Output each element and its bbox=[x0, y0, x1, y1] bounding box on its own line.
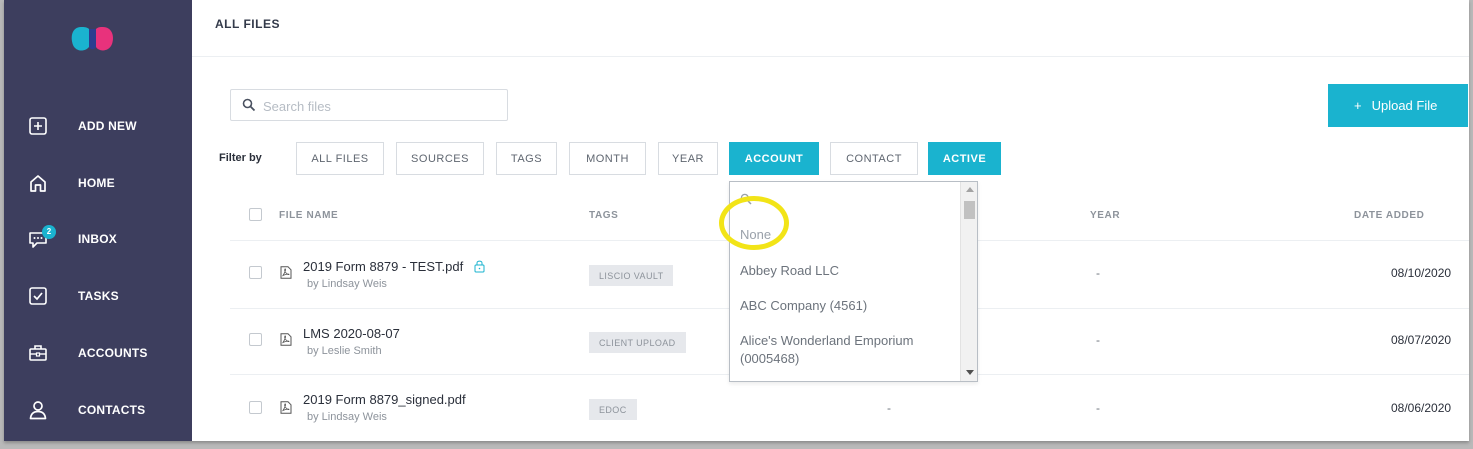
filter-account-button[interactable]: ACCOUNT bbox=[729, 142, 819, 175]
pdf-file-icon bbox=[280, 401, 292, 414]
column-header-tags[interactable]: TAGS bbox=[589, 210, 618, 221]
file-name-link[interactable]: 2019 Form 8879 - TEST.pdf bbox=[303, 259, 463, 274]
pdf-file-icon bbox=[280, 333, 292, 346]
year-cell: - bbox=[1096, 333, 1100, 347]
filter-contact-button[interactable]: CONTACT bbox=[830, 142, 918, 175]
tag-badge: LISCIO VAULT bbox=[589, 265, 674, 286]
dropdown-option-label: (0005468) bbox=[740, 351, 800, 366]
sidebar-item-label: CONTACTS bbox=[78, 403, 146, 417]
file-uploader: by Lindsay Weis bbox=[307, 411, 387, 423]
filter-year-button[interactable]: YEAR bbox=[658, 142, 718, 175]
column-header-year[interactable]: YEAR bbox=[1090, 210, 1120, 221]
dropdown-option[interactable]: Abbey Road LLC bbox=[740, 262, 955, 280]
dropdown-option[interactable]: Alice's Wonderland Emporium (0005468) bbox=[740, 332, 955, 368]
year-cell: - bbox=[1096, 266, 1100, 280]
dropdown-option-none[interactable]: None bbox=[740, 226, 955, 244]
upload-file-label: Upload File bbox=[1371, 98, 1438, 113]
file-uploader: by Leslie Smith bbox=[307, 345, 382, 357]
page-title: ALL FILES bbox=[215, 17, 280, 31]
account-cell: - bbox=[887, 401, 891, 415]
column-header-file-name[interactable]: FILE NAME bbox=[279, 210, 338, 221]
filter-month-button[interactable]: MONTH bbox=[569, 142, 646, 175]
date-added-cell: 08/07/2020 bbox=[1391, 333, 1452, 347]
lock-icon bbox=[473, 259, 486, 273]
divider bbox=[192, 56, 1469, 57]
filter-all-files-button[interactable]: ALL FILES bbox=[296, 142, 384, 175]
upload-file-button[interactable]: + Upload File bbox=[1328, 84, 1468, 127]
row-checkbox[interactable] bbox=[249, 333, 262, 346]
user-icon bbox=[28, 400, 48, 420]
filter-active-button[interactable]: ACTIVE bbox=[928, 142, 1001, 175]
tag-badge: CLIENT UPLOAD bbox=[589, 332, 686, 353]
file-name-link[interactable]: LMS 2020-08-07 bbox=[303, 326, 400, 341]
app-logo[interactable] bbox=[69, 25, 117, 53]
file-uploader: by Lindsay Weis bbox=[307, 278, 387, 290]
dropdown-option[interactable]: ABC Company (4561) bbox=[740, 297, 955, 315]
filter-tags-button[interactable]: TAGS bbox=[496, 142, 557, 175]
sidebar-item-accounts[interactable]: ACCOUNTS bbox=[4, 333, 192, 373]
check-square-icon bbox=[28, 286, 48, 306]
date-added-cell: 08/10/2020 bbox=[1391, 266, 1452, 280]
app-window: ADD NEW HOME 2 INBOX TASKS ACCOUNTS CONT… bbox=[4, 0, 1469, 441]
sidebar-item-label: ACCOUNTS bbox=[78, 346, 148, 360]
sidebar: ADD NEW HOME 2 INBOX TASKS ACCOUNTS CONT… bbox=[4, 0, 192, 441]
search-icon bbox=[242, 98, 256, 112]
scrollbar-thumb[interactable] bbox=[964, 201, 975, 219]
date-added-cell: 08/06/2020 bbox=[1391, 401, 1452, 415]
filter-sources-button[interactable]: SOURCES bbox=[396, 142, 484, 175]
search-box[interactable] bbox=[230, 89, 508, 121]
sidebar-item-label: INBOX bbox=[78, 232, 118, 246]
row-checkbox[interactable] bbox=[249, 401, 262, 414]
sidebar-item-home[interactable]: HOME bbox=[4, 163, 192, 203]
sidebar-item-add-new[interactable]: ADD NEW bbox=[4, 106, 192, 146]
sidebar-item-inbox[interactable]: 2 INBOX bbox=[4, 219, 192, 259]
sidebar-item-label: ADD NEW bbox=[78, 119, 137, 133]
scroll-up-icon[interactable] bbox=[966, 187, 974, 192]
column-header-date-added[interactable]: DATE ADDED bbox=[1354, 210, 1424, 221]
inbox-count-badge: 2 bbox=[42, 225, 56, 239]
plus-icon: + bbox=[1354, 98, 1362, 113]
main-content: ALL FILES + Upload File Filter by ALL FI… bbox=[192, 0, 1469, 441]
sidebar-item-tasks[interactable]: TASKS bbox=[4, 276, 192, 316]
year-cell: - bbox=[1096, 401, 1100, 415]
search-icon[interactable] bbox=[740, 192, 752, 205]
tag-badge: EDOC bbox=[589, 399, 637, 420]
sidebar-item-label: HOME bbox=[78, 176, 115, 190]
sidebar-item-label: TASKS bbox=[78, 289, 119, 303]
account-dropdown[interactable]: None Abbey Road LLC ABC Company (4561) A… bbox=[729, 181, 978, 382]
search-input[interactable] bbox=[263, 96, 493, 116]
select-all-checkbox[interactable] bbox=[249, 208, 262, 221]
filter-label: Filter by bbox=[219, 152, 262, 164]
file-name-link[interactable]: 2019 Form 8879_signed.pdf bbox=[303, 392, 466, 407]
plus-square-icon bbox=[28, 116, 48, 136]
briefcase-icon bbox=[28, 343, 48, 363]
pdf-file-icon bbox=[280, 266, 292, 279]
dropdown-option-label: Alice's Wonderland Emporium bbox=[740, 333, 914, 348]
row-checkbox[interactable] bbox=[249, 266, 262, 279]
scroll-down-icon[interactable] bbox=[966, 370, 974, 375]
home-icon bbox=[28, 173, 48, 193]
dropdown-scrollbar[interactable] bbox=[960, 182, 977, 381]
sidebar-item-contacts[interactable]: CONTACTS bbox=[4, 390, 192, 430]
